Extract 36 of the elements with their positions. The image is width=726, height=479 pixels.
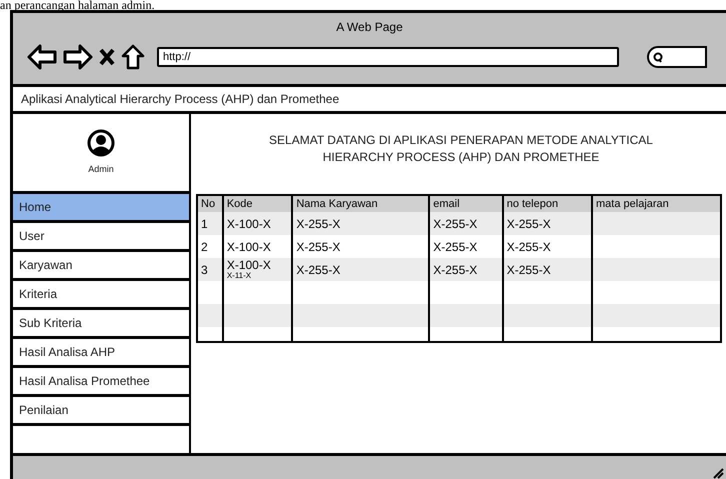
window-title: A Web Page xyxy=(336,19,403,36)
cell-note: X-11-X xyxy=(226,272,252,280)
table-cell: X-100-X xyxy=(226,259,271,272)
table-cell-text: X-100-X xyxy=(226,238,271,256)
user-name: Admin xyxy=(88,162,114,176)
table-cell-text: X-255-X xyxy=(506,238,551,256)
table-cell-text: X-100-X xyxy=(226,216,271,232)
table-cell-text: X-255-X xyxy=(296,262,340,278)
search-field[interactable] xyxy=(647,46,707,68)
table-cell-text: X-255-X xyxy=(506,216,551,232)
column-header: email xyxy=(433,196,460,212)
table-cell-text: 1 xyxy=(201,216,208,232)
column-header: Kode xyxy=(226,196,253,212)
caption: an perancangan halaman admin. xyxy=(0,0,155,12)
back-icon[interactable] xyxy=(27,44,57,70)
column-header: mata pelajaran xyxy=(596,196,669,212)
forward-icon[interactable] xyxy=(63,44,93,70)
welcome-heading: SELAMAT DATANG DI APLIKASI PENERAPAN METODE ANALYTICAL HIERARCHY PROCESS (AHP) DAN PROMETHEE xyxy=(268,132,654,166)
table-cell-text: X-255-X xyxy=(506,262,551,278)
column-header: No xyxy=(201,196,216,212)
column-header: Nama Karyawan xyxy=(296,196,378,212)
sidebar-item[interactable]: Home xyxy=(13,194,189,223)
table-cell-text: 2 xyxy=(201,238,208,256)
app-title: Aplikasi Analytical Hierarchy Process (AHP) dan Promethee xyxy=(21,91,340,108)
table-cell-text: 3 xyxy=(201,262,208,278)
column-header: no telepon xyxy=(506,196,558,212)
avatar-icon xyxy=(87,128,115,157)
table-cell-text: X-255-X xyxy=(433,216,478,232)
table-cell-text: X-255-X xyxy=(296,238,340,256)
close-icon[interactable] xyxy=(99,48,115,66)
address-field[interactable]: http:// xyxy=(157,47,619,67)
resize-grip-icon[interactable] xyxy=(712,467,724,479)
search-icon xyxy=(653,52,663,62)
table-cell-text: X-255-X xyxy=(433,262,478,278)
table-cell-text: X-255-X xyxy=(296,216,340,232)
table-cell-text: X-255-X xyxy=(433,238,478,256)
